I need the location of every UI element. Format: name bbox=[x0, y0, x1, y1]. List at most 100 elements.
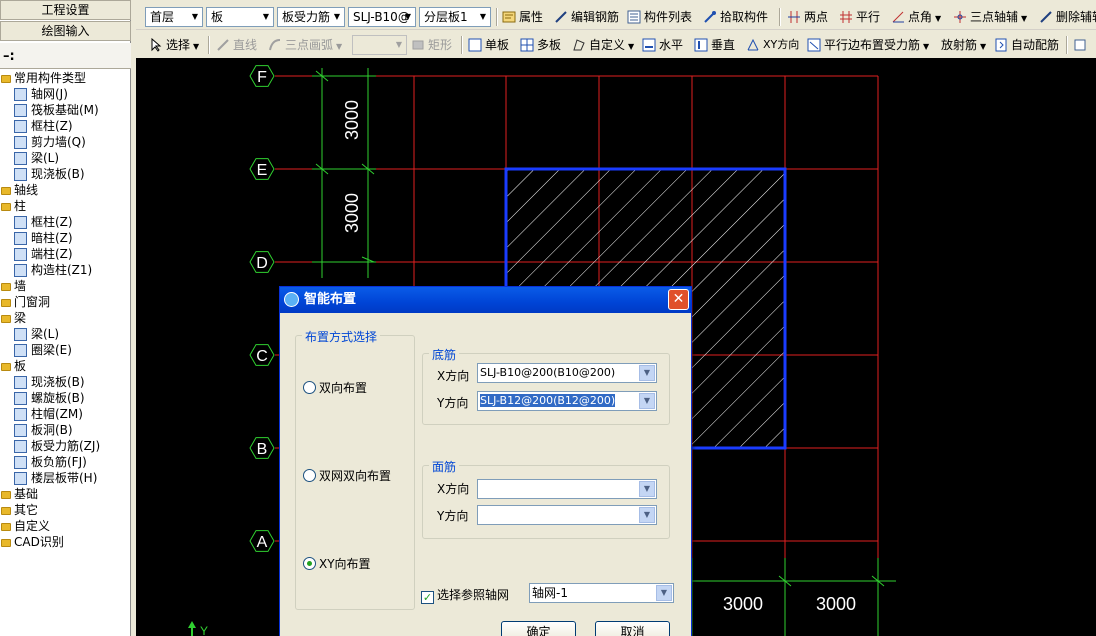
tree-item[interactable]: 筏板基础(M) bbox=[14, 102, 99, 118]
bottom-y-select[interactable]: SLJ-B12@200(B12@200) ▼ bbox=[477, 391, 657, 411]
tree-item[interactable]: 现浇板(B) bbox=[14, 166, 85, 182]
tree-folder[interactable]: 轴线 bbox=[1, 182, 38, 198]
tree-item-label: 柱帽(ZM) bbox=[31, 407, 83, 421]
component-name-select[interactable]: SLJ-B10@ ▼ bbox=[348, 7, 416, 27]
horizontal-button[interactable]: 水平 bbox=[641, 35, 683, 55]
attributes-button[interactable]: 属性 bbox=[501, 7, 543, 27]
custom-shape-icon bbox=[573, 39, 585, 51]
tree-item-label: 梁(L) bbox=[31, 151, 60, 165]
tree-item[interactable]: 板洞(B) bbox=[14, 422, 73, 438]
tree-item[interactable]: 圈梁(E) bbox=[14, 342, 72, 358]
tree-item[interactable]: 柱帽(ZM) bbox=[14, 406, 83, 422]
layer-select[interactable]: 分层板1 ▼ bbox=[419, 7, 491, 27]
rebar-type-select[interactable]: 板受力筋 ▼ bbox=[277, 7, 345, 27]
close-icon[interactable]: ✕ bbox=[668, 289, 689, 310]
pick-component-button[interactable]: 拾取构件 bbox=[702, 7, 768, 27]
xy-direction-icon bbox=[747, 38, 759, 51]
line-icon bbox=[217, 39, 229, 51]
tree-item[interactable]: 楼层板带(H) bbox=[14, 470, 97, 486]
list-icon bbox=[627, 10, 641, 24]
axis-label: F bbox=[257, 69, 267, 86]
component-list-button[interactable]: 构件列表 bbox=[626, 7, 692, 27]
tree-item[interactable]: 螺旋板(B) bbox=[14, 390, 85, 406]
ref-axis-select[interactable]: 轴网-1 ▼ bbox=[529, 583, 674, 603]
tree-item[interactable]: 梁(L) bbox=[14, 326, 59, 342]
tree-folder[interactable]: 其它 bbox=[1, 502, 38, 518]
tree-item[interactable]: 现浇板(B) bbox=[14, 374, 85, 390]
custom-button[interactable]: 自定义 ▼ bbox=[571, 35, 634, 55]
xy-direction-button[interactable]: XY方向 bbox=[745, 35, 799, 55]
component-icon bbox=[14, 344, 27, 357]
component-icon bbox=[14, 248, 27, 261]
radio-xy[interactable]: XY向布置 bbox=[303, 555, 371, 572]
bottom-x-select[interactable]: SLJ-B10@200(B10@200) ▼ bbox=[477, 363, 657, 383]
bottom-y-label: Y方向 bbox=[437, 396, 469, 410]
tree-folder[interactable]: 墙 bbox=[1, 278, 26, 294]
top-y-select[interactable]: ▼ bbox=[477, 505, 657, 525]
folder-icon bbox=[1, 74, 11, 83]
delete-aux-button[interactable]: 删除辅轴 bbox=[1038, 7, 1096, 27]
tree-item[interactable]: 板负筋(FJ) bbox=[14, 454, 87, 470]
auto-rebar-button[interactable]: 自动配筋 bbox=[993, 35, 1059, 55]
parallel-edge-button[interactable]: 平行边布置受力筋 ▼ bbox=[806, 35, 929, 55]
left-panel: 工程设置 绘图输入 –: 常用构件类型 轴网(J) 筏板基础(M) 框柱(Z) 剪力墙(… bbox=[0, 0, 131, 636]
tree-item[interactable]: 梁(L) bbox=[14, 150, 59, 166]
tree-folder[interactable]: 常用构件类型 bbox=[1, 70, 86, 86]
component-icon bbox=[14, 264, 27, 277]
project-settings-button[interactable]: 工程设置 bbox=[0, 0, 131, 20]
arc-option-select[interactable]: ▼ bbox=[352, 35, 407, 55]
component-type-select[interactable]: 板 ▼ bbox=[206, 7, 274, 27]
ucs-icon: Y bbox=[188, 621, 208, 636]
tree-folder[interactable]: CAD识别 bbox=[1, 534, 64, 550]
component-icon bbox=[14, 440, 27, 453]
component-icon bbox=[14, 168, 27, 181]
tree-item[interactable]: 框柱(Z) bbox=[14, 118, 73, 134]
tree-item[interactable]: 轴网(J) bbox=[14, 86, 68, 102]
tree-folder[interactable]: 梁 bbox=[1, 310, 26, 326]
edit-rebar-button[interactable]: 编辑钢筋 bbox=[553, 7, 619, 27]
radio-double-two-way[interactable]: 双网双向布置 bbox=[303, 467, 391, 484]
three-point-axis-button[interactable]: 三点轴辅 ▼ bbox=[952, 7, 1027, 27]
point-angle-button[interactable]: 点角 ▼ bbox=[890, 7, 941, 27]
select-button[interactable]: 选择 ▼ bbox=[148, 35, 199, 55]
tree-item[interactable]: 端柱(Z) bbox=[14, 246, 73, 262]
tree-folder[interactable]: 基础 bbox=[1, 486, 38, 502]
top-x-select[interactable]: ▼ bbox=[477, 479, 657, 499]
vertical-button[interactable]: 垂直 bbox=[693, 35, 735, 55]
drawing-input-button[interactable]: 绘图输入 bbox=[0, 21, 131, 41]
tree-item-label: 自定义 bbox=[14, 519, 51, 533]
single-slab-button[interactable]: 单板 bbox=[467, 35, 509, 55]
tree-item[interactable]: 构造柱(Z1) bbox=[14, 262, 92, 278]
parallel-button[interactable]: 平行 bbox=[838, 7, 880, 27]
tree-folder[interactable]: 门窗洞 bbox=[1, 294, 50, 310]
tree-item[interactable]: 剪力墙(Q) bbox=[14, 134, 86, 150]
auto-rebar-icon bbox=[995, 38, 1007, 52]
dialog-title: 智能布置 bbox=[304, 292, 357, 307]
floor-select[interactable]: 首层 ▼ bbox=[145, 7, 203, 27]
tree-item[interactable]: 板受力筋(ZJ) bbox=[14, 438, 100, 454]
layout-mode-group-title: 布置方式选择 bbox=[302, 328, 381, 345]
ok-button[interactable]: 确定 bbox=[501, 621, 576, 636]
cancel-button[interactable]: 取消 bbox=[595, 621, 670, 636]
collapse-icon[interactable]: –: bbox=[3, 49, 15, 64]
ref-axis-checkbox[interactable]: ✓ 选择参照轴网 bbox=[421, 586, 509, 604]
tree-folder[interactable]: 自定义 bbox=[1, 518, 50, 534]
tree-item-label: 梁 bbox=[14, 311, 27, 325]
radio-two-way[interactable]: 双向布置 bbox=[303, 379, 367, 396]
radial-button[interactable]: 放射筋 ▼ bbox=[923, 35, 986, 55]
tree-folder[interactable]: 柱 bbox=[1, 198, 26, 214]
multi-slab-button[interactable]: 多板 bbox=[519, 35, 561, 55]
tree-item-label: 基础 bbox=[14, 487, 39, 501]
line-button[interactable]: 直线 bbox=[215, 35, 257, 55]
tree-folder[interactable]: 板 bbox=[1, 358, 26, 374]
parallel-icon bbox=[840, 11, 852, 23]
tree-item[interactable]: 暗柱(Z) bbox=[14, 230, 73, 246]
tree-item[interactable]: 框柱(Z) bbox=[14, 214, 73, 230]
dimension-text-horizontal-1: 3000 bbox=[723, 594, 763, 614]
component-icon bbox=[14, 136, 27, 149]
two-points-button[interactable]: 两点 bbox=[786, 7, 828, 27]
rect-button[interactable]: 矩形 bbox=[410, 35, 452, 55]
dialog-title-bar[interactable]: 智能布置 ✕ bbox=[280, 287, 691, 313]
three-point-arc-button[interactable]: 三点画弧 ▼ bbox=[267, 35, 342, 55]
overflow-button[interactable] bbox=[1072, 35, 1090, 55]
